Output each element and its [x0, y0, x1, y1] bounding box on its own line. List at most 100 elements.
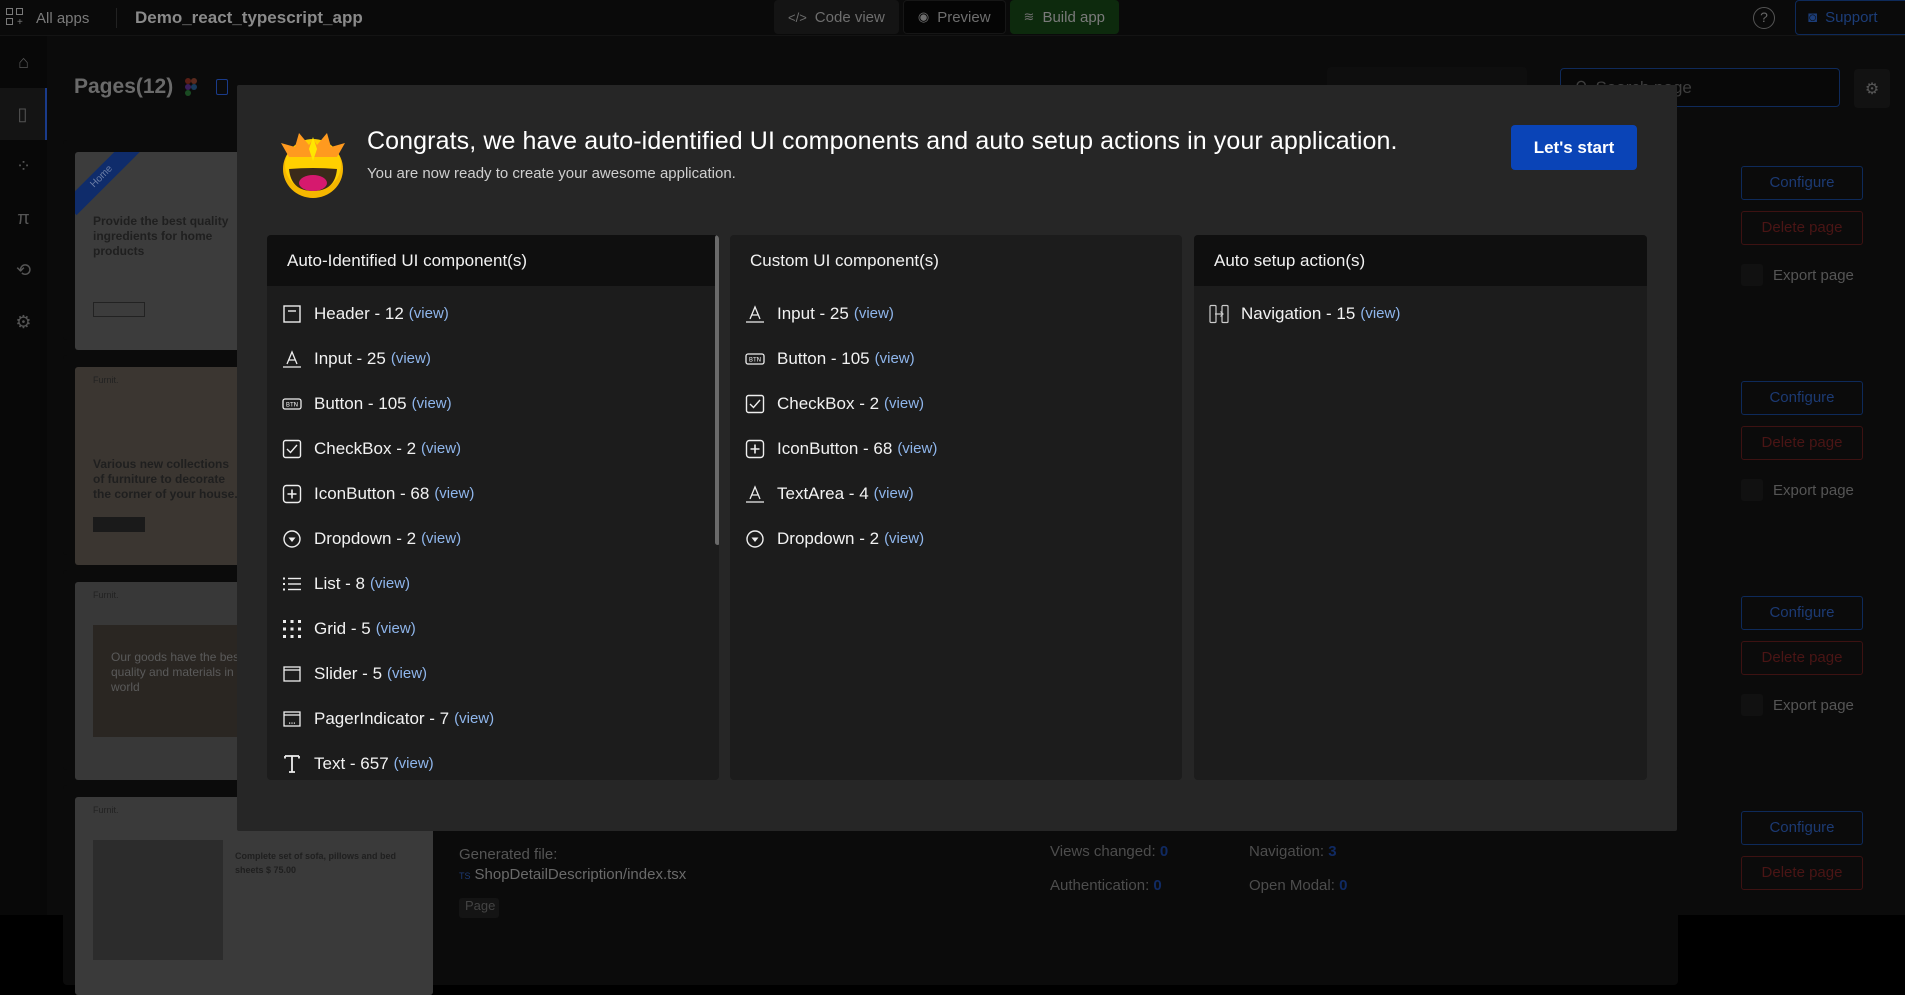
- pager-indicator-icon: [282, 709, 302, 729]
- all-apps-button[interactable]: + All apps: [6, 8, 89, 28]
- view-link[interactable]: (view): [874, 485, 914, 502]
- view-link[interactable]: (view): [391, 350, 431, 367]
- checkbox[interactable]: [1741, 264, 1763, 286]
- thumb-heading: Complete set of sofa, pillows and bed sh…: [235, 849, 415, 877]
- item-label: List - 8: [314, 574, 365, 594]
- list-item: Slider - 5 (view): [267, 651, 719, 696]
- sidebar-item-home[interactable]: ⌂: [0, 36, 47, 88]
- sidebar-item-flow[interactable]: ⟲: [0, 244, 47, 296]
- stat-label: Open Modal:: [1249, 877, 1335, 894]
- thumb-heading: Various new collections of furniture to …: [93, 457, 243, 502]
- item-label: Slider - 5: [314, 664, 382, 684]
- discord-icon: ◙: [1808, 9, 1817, 26]
- checkbox[interactable]: [1741, 694, 1763, 716]
- svg-text:BTN: BTN: [286, 401, 298, 408]
- export-page-label: Export page: [1773, 482, 1854, 499]
- view-link[interactable]: (view): [875, 350, 915, 367]
- code-view-button[interactable]: </> Code view: [774, 0, 899, 34]
- help-icon[interactable]: ?: [1753, 7, 1775, 29]
- dropdown-icon: [745, 529, 765, 549]
- view-link[interactable]: (view): [394, 755, 434, 772]
- custom-components-panel: Custom UI component(s) Input - 25 (view)…: [730, 235, 1182, 780]
- delete-page-button[interactable]: Delete page: [1741, 211, 1863, 245]
- typescript-icon: TS: [459, 871, 471, 881]
- view-link[interactable]: (view): [1360, 305, 1400, 322]
- view-link[interactable]: (view): [884, 530, 924, 547]
- button-icon: BTN: [745, 349, 765, 369]
- thumb-button: [93, 302, 145, 317]
- list-item: BTN Button - 105 (view): [730, 336, 1182, 381]
- stat-views-changed: Views changed: 0: [1050, 843, 1168, 860]
- list-item: Grid - 5 (view): [267, 606, 719, 651]
- delete-page-button[interactable]: Delete page: [1741, 426, 1863, 460]
- device-settings-button[interactable]: ⚙: [1854, 69, 1890, 108]
- support-button[interactable]: ◙ Support: [1795, 0, 1905, 35]
- item-label: Grid - 5: [314, 619, 371, 639]
- item-label: Dropdown - 2: [314, 529, 416, 549]
- list-item: CheckBox - 2 (view): [267, 426, 719, 471]
- configure-button[interactable]: Configure: [1741, 811, 1863, 845]
- generated-file-link[interactable]: TS ShopDetailDescription/index.tsx: [459, 866, 686, 883]
- slider-icon: [282, 664, 302, 684]
- device-settings-icon: ⚙: [1865, 79, 1879, 99]
- component-list: Input - 25 (view) BTN Button - 105 (view…: [730, 286, 1182, 561]
- view-link[interactable]: (view): [421, 530, 461, 547]
- view-link[interactable]: (view): [412, 395, 452, 412]
- preview-label: Preview: [937, 9, 990, 26]
- all-apps-label: All apps: [36, 10, 89, 27]
- list-item: Dropdown - 2 (view): [730, 516, 1182, 561]
- list-item: CheckBox - 2 (view): [730, 381, 1182, 426]
- figma-icon[interactable]: [185, 78, 197, 98]
- view-link[interactable]: (view): [854, 305, 894, 322]
- stat-open-modal: Open Modal: 0: [1249, 877, 1347, 894]
- component-list: Header - 12 (view) Input - 25 (view) BTN…: [267, 286, 719, 780]
- sidebar-item-pi[interactable]: π: [0, 192, 47, 244]
- preview-button[interactable]: ◉ Preview: [903, 0, 1006, 34]
- top-nav: </> Code view ◉ Preview ≋ Build app: [774, 0, 1119, 34]
- export-page-checkbox[interactable]: Export page: [1741, 479, 1854, 501]
- list-item: Input - 25 (view): [730, 291, 1182, 336]
- build-app-button[interactable]: ≋ Build app: [1010, 0, 1119, 34]
- view-link[interactable]: (view): [454, 710, 494, 727]
- checkbox[interactable]: [1741, 479, 1763, 501]
- icon-button-icon: [282, 484, 302, 504]
- view-link[interactable]: (view): [897, 440, 937, 457]
- list-item: Input - 25 (view): [267, 336, 719, 381]
- home-ribbon: Home: [75, 152, 140, 215]
- export-page-checkbox[interactable]: Export page: [1741, 694, 1854, 716]
- view-link[interactable]: (view): [409, 305, 449, 322]
- pi-icon: π: [17, 208, 29, 229]
- lets-start-button[interactable]: Let's start: [1511, 125, 1637, 170]
- thumb-brand: Furnit.: [93, 375, 119, 385]
- delete-page-button[interactable]: Delete page: [1741, 856, 1863, 890]
- pages-title: Pages(12): [74, 75, 173, 99]
- item-label: Button - 105: [314, 394, 407, 414]
- view-link[interactable]: (view): [884, 395, 924, 412]
- view-link[interactable]: (view): [370, 575, 410, 592]
- star-struck-emoji-icon: [277, 125, 349, 199]
- delete-page-button[interactable]: Delete page: [1741, 641, 1863, 675]
- panel-title: Custom UI component(s): [730, 235, 1182, 286]
- generated-file-name: ShopDetailDescription/index.tsx: [475, 866, 687, 883]
- apps-grid-icon: +: [6, 8, 26, 28]
- configure-button[interactable]: Configure: [1741, 381, 1863, 415]
- export-page-checkbox[interactable]: Export page: [1741, 264, 1854, 286]
- generated-file-label: Generated file:: [459, 846, 557, 863]
- svg-text:BTN: BTN: [749, 356, 761, 363]
- stat-value: 3: [1328, 843, 1336, 860]
- sidebar-item-components[interactable]: ⁘: [0, 140, 47, 192]
- view-link[interactable]: (view): [434, 485, 474, 502]
- sidebar-item-pages[interactable]: ▯: [0, 88, 47, 140]
- input-icon: [745, 304, 765, 324]
- dropdown-icon: [282, 529, 302, 549]
- view-link[interactable]: (view): [387, 665, 427, 682]
- view-link[interactable]: (view): [376, 620, 416, 637]
- view-link[interactable]: (view): [421, 440, 461, 457]
- configure-button[interactable]: Configure: [1741, 596, 1863, 630]
- document-icon[interactable]: [216, 79, 228, 95]
- stats-column: Views changed: 0 Authentication: 0: [1050, 843, 1168, 911]
- configure-button[interactable]: Configure: [1741, 166, 1863, 200]
- scrollbar[interactable]: [715, 235, 719, 545]
- item-label: Dropdown - 2: [777, 529, 879, 549]
- sidebar-item-settings[interactable]: ⚙: [0, 296, 47, 348]
